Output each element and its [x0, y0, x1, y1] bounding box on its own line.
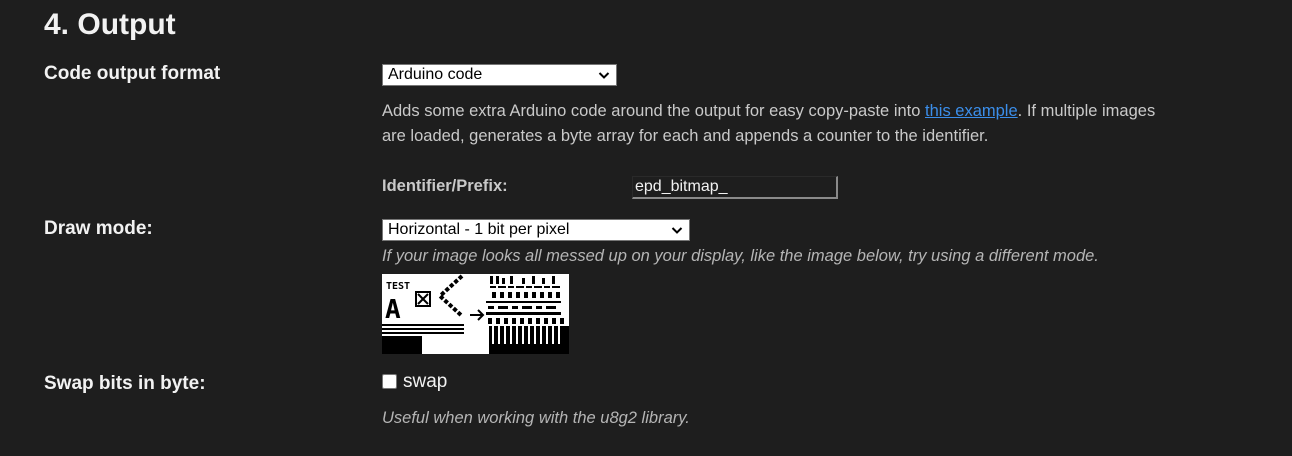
- code-output-format-label: Code output format: [44, 63, 221, 84]
- draw-mode-label: Draw mode:: [44, 218, 153, 239]
- draw-mode-hint: If your image looks all messed up on you…: [382, 247, 1099, 265]
- swap-checkbox[interactable]: [382, 374, 397, 389]
- code-output-description-text: Adds some extra Arduino code around the …: [382, 102, 926, 120]
- code-output-format-selected: Arduino code: [388, 66, 483, 83]
- chevron-down-icon: [598, 72, 610, 79]
- draw-mode-selected: Horizontal - 1 bit per pixel: [388, 221, 570, 238]
- preview-glyph: A: [385, 295, 401, 325]
- identifier-prefix-label: Identifier/Prefix:: [382, 177, 508, 195]
- code-output-format-select[interactable]: Arduino code: [382, 64, 617, 86]
- draw-mode-preview-image: TEST A: [382, 274, 569, 354]
- swap-checkbox-label[interactable]: swap: [403, 371, 447, 393]
- draw-mode-select[interactable]: Horizontal - 1 bit per pixel: [382, 219, 690, 241]
- chevron-down-icon: [671, 227, 683, 234]
- section-title: 4. Output: [44, 8, 176, 41]
- code-output-description: Adds some extra Arduino code around the …: [382, 99, 1182, 149]
- swap-bits-hint: Useful when working with the u8g2 librar…: [382, 409, 690, 427]
- swap-bits-label: Swap bits in byte:: [44, 373, 206, 394]
- this-example-link[interactable]: this example: [925, 102, 1018, 120]
- preview-test-text: TEST: [386, 281, 410, 292]
- identifier-prefix-input[interactable]: [632, 176, 838, 199]
- output-section: 4. Output Code output format Arduino cod…: [0, 0, 1292, 456]
